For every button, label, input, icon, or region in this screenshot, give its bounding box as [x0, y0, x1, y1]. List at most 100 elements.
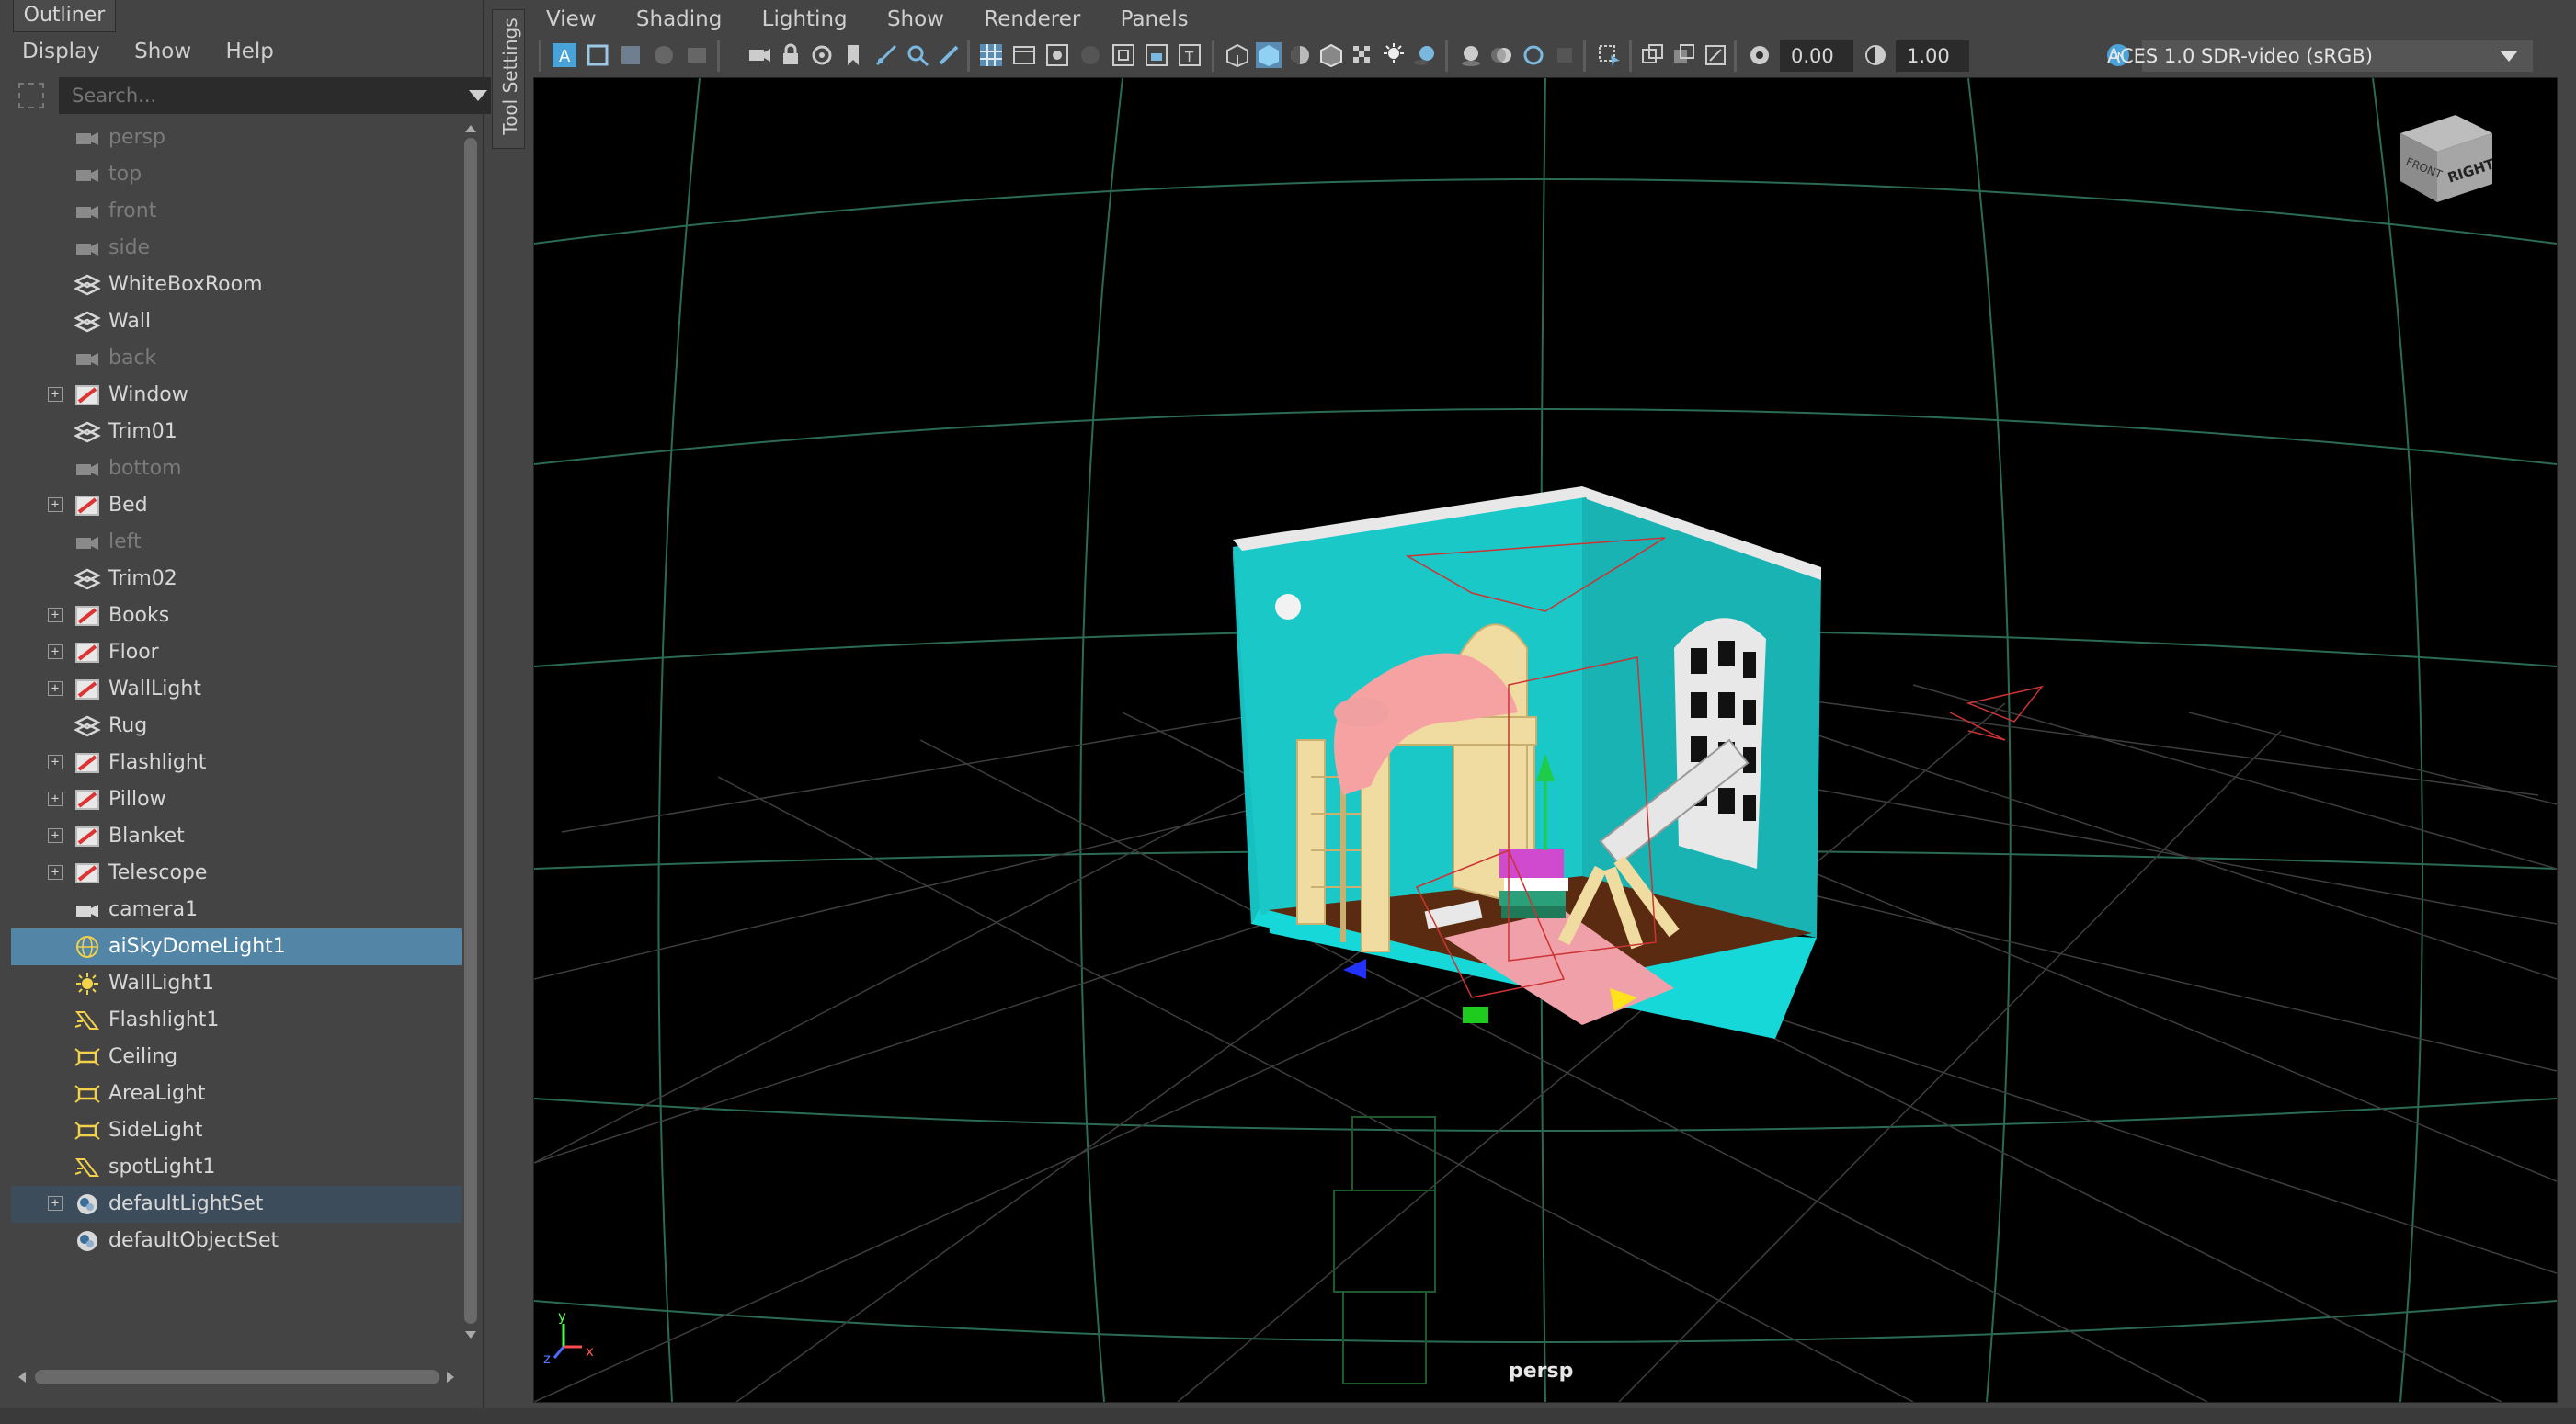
chevron-down-icon[interactable] [2500, 51, 2518, 62]
viewport-scene[interactable]: FRONT RIGHT x y z [534, 78, 2557, 1402]
menu-view[interactable]: View [546, 7, 597, 31]
expand-icon[interactable]: + [48, 497, 63, 512]
expand-icon[interactable]: + [48, 608, 63, 622]
menu-display[interactable]: Display [22, 40, 100, 63]
search-input[interactable] [59, 77, 491, 114]
outliner-item[interactable]: + Books [11, 598, 462, 634]
expand-icon[interactable]: + [48, 387, 63, 402]
menu-shading[interactable]: Shading [636, 7, 722, 31]
textures-icon[interactable] [1350, 42, 1375, 68]
outliner-item[interactable]: Trim02 [11, 561, 462, 598]
expand-icon[interactable]: + [48, 865, 63, 880]
outliner-item[interactable]: defaultObjectSet [11, 1223, 462, 1259]
outliner-item[interactable]: persp [11, 120, 462, 156]
resolution-gate-icon[interactable] [1044, 42, 1070, 68]
outliner-item[interactable]: + WallLight [11, 671, 462, 708]
outliner-item[interactable]: WallLight1 [11, 965, 462, 1002]
outliner-item[interactable]: Ceiling [11, 1039, 462, 1076]
outliner-item[interactable]: Flashlight1 [11, 1002, 462, 1039]
outliner-item[interactable]: front [11, 193, 462, 230]
chevron-down-icon[interactable] [469, 90, 487, 101]
outliner-item[interactable]: Trim01 [11, 414, 462, 450]
grid-icon[interactable] [978, 42, 1004, 68]
xray-icon[interactable] [1640, 42, 1666, 68]
outliner-item[interactable]: + Blanket [11, 818, 462, 855]
use-all-lights-icon[interactable] [1381, 42, 1407, 68]
gamma-icon[interactable] [1863, 42, 1888, 68]
outliner-item[interactable]: AreaLight [11, 1076, 462, 1112]
outliner-item[interactable]: camera1 [11, 892, 462, 928]
outliner-item[interactable]: Wall [11, 303, 462, 340]
motion-blur-icon[interactable] [1489, 42, 1515, 68]
grid-toggle-icon[interactable] [618, 42, 644, 68]
menu-lighting[interactable]: Lighting [762, 7, 848, 31]
view-transform-select[interactable]: ACES 1.0 SDR-video (sRGB) [2107, 40, 2533, 72]
gate-mask-icon[interactable] [1077, 42, 1103, 68]
outliner-item[interactable]: + Telescope [11, 855, 462, 892]
menu-help[interactable]: Help [225, 40, 273, 63]
tool-settings-tab[interactable]: Tool Settings [492, 9, 525, 149]
outliner-item[interactable]: + Window [11, 377, 462, 414]
exposure-field[interactable]: 0.00 [1780, 40, 1853, 72]
expand-icon[interactable]: + [48, 792, 63, 806]
outliner-item[interactable]: + Pillow [11, 781, 462, 818]
expand-icon[interactable]: + [48, 828, 63, 843]
screen-space-ao-icon[interactable] [1458, 42, 1484, 68]
menu-renderer[interactable]: Renderer [984, 7, 1080, 31]
gamma-field[interactable]: 1.00 [1896, 40, 1969, 72]
filter-icon[interactable] [18, 83, 44, 108]
menu-show[interactable]: Show [887, 7, 944, 31]
wireframe-on-shaded-icon[interactable] [1318, 42, 1344, 68]
shaded-icon[interactable] [651, 42, 677, 68]
wireframe-icon[interactable] [1225, 42, 1250, 68]
vertical-scrollbar[interactable] [462, 120, 480, 1351]
textured-icon[interactable] [684, 42, 710, 68]
horizontal-scroll-thumb[interactable] [35, 1370, 439, 1384]
outliner-item[interactable]: aiSkyDomeLight1 [11, 928, 462, 965]
xray-joints-icon[interactable] [1671, 42, 1697, 68]
expand-icon[interactable]: + [48, 1196, 63, 1211]
outliner-item[interactable]: + Flashlight [11, 745, 462, 781]
outliner-tab[interactable]: Outliner [13, 0, 116, 32]
expand-icon[interactable]: + [48, 681, 63, 696]
camera-attributes-icon[interactable] [809, 42, 835, 68]
lock-camera-icon[interactable] [778, 42, 804, 68]
camera-icon[interactable] [747, 42, 772, 68]
3d-viewport[interactable]: FRONT RIGHT x y z persp [533, 77, 2558, 1403]
outliner-item[interactable]: SideLight [11, 1112, 462, 1149]
bookmark-icon[interactable] [840, 42, 866, 68]
outliner-item[interactable]: back [11, 340, 462, 377]
outliner-item[interactable]: bottom [11, 450, 462, 487]
outliner-item[interactable]: Rug [11, 708, 462, 745]
outliner-item[interactable]: WhiteBoxRoom [11, 267, 462, 303]
safe-title-icon[interactable]: T [1177, 42, 1203, 68]
menu-panels[interactable]: Panels [1121, 7, 1189, 31]
outliner-item[interactable]: side [11, 230, 462, 267]
2d-pan-zoom-icon[interactable] [905, 42, 930, 68]
depth-of-field-icon[interactable] [1552, 42, 1578, 68]
select-camera-icon[interactable]: A [552, 42, 577, 68]
outliner-item[interactable]: + defaultLightSet [11, 1186, 462, 1223]
outliner-item[interactable]: top [11, 156, 462, 193]
film-gate-icon[interactable] [1011, 42, 1037, 68]
expand-icon[interactable]: + [48, 755, 63, 769]
outliner-item[interactable]: + Floor [11, 634, 462, 671]
view-cube[interactable]: FRONT RIGHT [2400, 115, 2497, 202]
safe-action-icon[interactable] [1144, 42, 1169, 68]
frame-icon[interactable] [585, 42, 610, 68]
default-material-icon[interactable] [1287, 42, 1313, 68]
grease-pencil-icon[interactable] [936, 42, 962, 68]
vertical-scroll-thumb[interactable] [464, 138, 477, 1324]
menu-show[interactable]: Show [134, 40, 191, 63]
image-plane-icon[interactable] [873, 42, 899, 68]
exposure-icon[interactable] [1747, 42, 1772, 68]
xray-active-components-icon[interactable] [1703, 42, 1728, 68]
isolate-select-icon[interactable] [1596, 42, 1622, 68]
outliner-item[interactable]: left [11, 524, 462, 561]
outliner-item[interactable]: spotLight1 [11, 1149, 462, 1186]
field-chart-icon[interactable] [1111, 42, 1136, 68]
horizontal-scrollbar[interactable] [13, 1366, 463, 1388]
multisample-aa-icon[interactable] [1521, 42, 1546, 68]
outliner-item[interactable]: + Bed [11, 487, 462, 524]
expand-icon[interactable]: + [48, 644, 63, 659]
